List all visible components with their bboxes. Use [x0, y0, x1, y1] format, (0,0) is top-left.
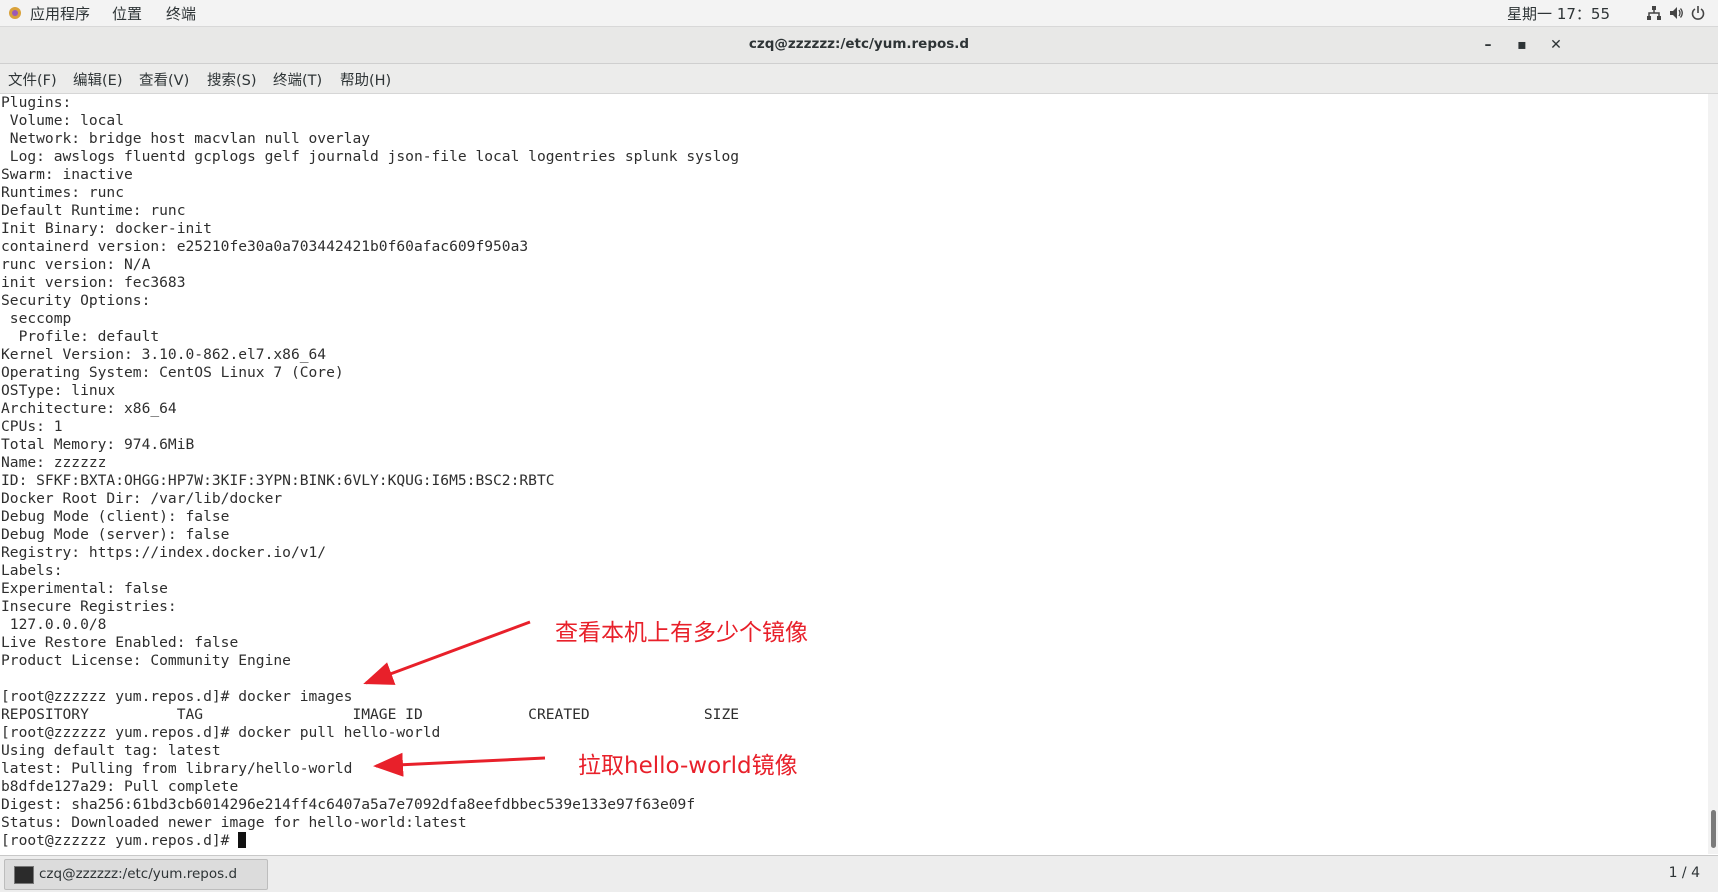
terminal-app-menu[interactable]: 终端 — [166, 3, 196, 24]
terminal-line: seccomp — [1, 310, 72, 327]
workspace-indicator[interactable]: 1 / 4 — [1669, 865, 1700, 881]
terminal-line: [root@zzzzzz yum.repos.d]# docker pull h… — [1, 724, 441, 741]
apps-menu-icon[interactable] — [8, 6, 22, 20]
menu-edit[interactable]: 编辑(E) — [73, 69, 122, 90]
menu-file[interactable]: 文件(F) — [8, 69, 57, 90]
terminal-line: Default Runtime: runc — [1, 202, 186, 219]
terminal-line: Log: awslogs fluentd gcplogs gelf journa… — [1, 148, 740, 165]
annotation-images-note: 查看本机上有多少个镜像 — [555, 620, 808, 646]
menu-terminal[interactable]: 终端(T) — [273, 69, 322, 90]
terminal-line: CPUs: 1 — [1, 418, 63, 435]
scrollbar-thumb[interactable] — [1711, 810, 1716, 848]
terminal-line: Using default tag: latest — [1, 742, 221, 759]
clock[interactable]: 星期一 17：55 — [1507, 3, 1610, 24]
terminal-line: Registry: https://index.docker.io/v1/ — [1, 544, 327, 561]
terminal-icon — [14, 866, 34, 884]
terminal-output[interactable]: Plugins: Volume: local Network: bridge h… — [0, 94, 1708, 854]
annotation-pull-note: 拉取hello-world镜像 — [578, 753, 798, 779]
terminal-line: Plugins: — [1, 94, 72, 111]
menu-bar: 文件(F) 编辑(E) 查看(V) 搜索(S) 终端(T) 帮助(H) — [0, 64, 1718, 94]
terminal-line: Product License: Community Engine — [1, 652, 291, 669]
terminal-line: Experimental: false — [1, 580, 168, 597]
terminal-line: runc version: N/A — [1, 256, 151, 273]
close-button[interactable]: ✕ — [1546, 35, 1566, 55]
terminal-prompt: [root@zzzzzz yum.repos.d]# — [1, 832, 239, 849]
terminal-line: b8dfde127a29: Pull complete — [1, 778, 239, 795]
menu-search[interactable]: 搜索(S) — [207, 69, 257, 90]
terminal-line: Kernel Version: 3.10.0-862.el7.x86_64 — [1, 346, 327, 363]
terminal-line: containerd version: e25210fe30a0a7034424… — [1, 238, 529, 255]
window-title: czq@zzzzzz:/etc/yum.repos.d — [748, 36, 970, 52]
terminal-line: Insecure Registries: — [1, 598, 177, 615]
terminal-line: init version: fec3683 — [1, 274, 186, 291]
terminal-line: Labels: — [1, 562, 63, 579]
terminal-line: Status: Downloaded newer image for hello… — [1, 814, 467, 831]
terminal-line: Total Memory: 974.6MiB — [1, 436, 195, 453]
power-icon[interactable] — [1690, 5, 1706, 21]
terminal-line: Network: bridge host macvlan null overla… — [1, 130, 371, 147]
places-menu[interactable]: 位置 — [112, 3, 142, 24]
volume-icon[interactable] — [1668, 5, 1684, 21]
taskbar-terminal-item[interactable]: czq@zzzzzz:/etc/yum.repos.d — [4, 859, 268, 890]
top-panel: 应用程序 位置 终端 星期一 17：55 — [0, 0, 1718, 27]
terminal-line: Debug Mode (server): false — [1, 526, 230, 543]
terminal-line: 127.0.0.0/8 — [1, 616, 107, 633]
terminal-line: [root@zzzzzz yum.repos.d]# docker images — [1, 688, 353, 705]
terminal-line: Operating System: CentOS Linux 7 (Core) — [1, 364, 344, 381]
menu-view[interactable]: 查看(V) — [139, 69, 189, 90]
network-icon[interactable] — [1646, 5, 1662, 21]
terminal-line: Live Restore Enabled: false — [1, 634, 239, 651]
terminal-line: ID: SFKF:BXTA:OHGG:HP7W:3KIF:3YPN:BINK:6… — [1, 472, 555, 489]
taskbar-item-label: czq@zzzzzz:/etc/yum.repos.d — [39, 866, 238, 882]
terminal-text: Plugins: Volume: local Network: bridge h… — [0, 94, 1708, 850]
terminal-line: Profile: default — [1, 328, 160, 345]
taskbar: czq@zzzzzz:/etc/yum.repos.d 1 / 4 — [0, 855, 1718, 892]
window-title-bar[interactable]: czq@zzzzzz:/etc/yum.repos.d – ▪ ✕ — [0, 27, 1718, 64]
terminal-line: OSType: linux — [1, 382, 116, 399]
scrollbar[interactable] — [1708, 94, 1718, 854]
menu-help[interactable]: 帮助(H) — [340, 69, 391, 90]
applications-menu[interactable]: 应用程序 — [30, 3, 90, 24]
minimize-button[interactable]: – — [1478, 35, 1498, 55]
maximize-button[interactable]: ▪ — [1512, 35, 1532, 55]
terminal-line: Volume: local — [1, 112, 125, 129]
terminal-line: Architecture: x86_64 — [1, 400, 177, 417]
terminal-line: Debug Mode (client): false — [1, 508, 230, 525]
terminal-line: Name: zzzzzz — [1, 454, 107, 471]
terminal-line: Digest: sha256:61bd3cb6014296e214ff4c640… — [1, 796, 696, 813]
terminal-cursor — [238, 832, 247, 848]
terminal-line: Docker Root Dir: /var/lib/docker — [1, 490, 283, 507]
terminal-line: REPOSITORY TAG IMAGE ID CREATED SIZE — [1, 706, 740, 723]
terminal-line: Runtimes: runc — [1, 184, 125, 201]
terminal-line: Init Binary: docker-init — [1, 220, 212, 237]
terminal-line: Swarm: inactive — [1, 166, 133, 183]
terminal-line: latest: Pulling from library/hello-world — [1, 760, 353, 777]
terminal-line: Security Options: — [1, 292, 151, 309]
